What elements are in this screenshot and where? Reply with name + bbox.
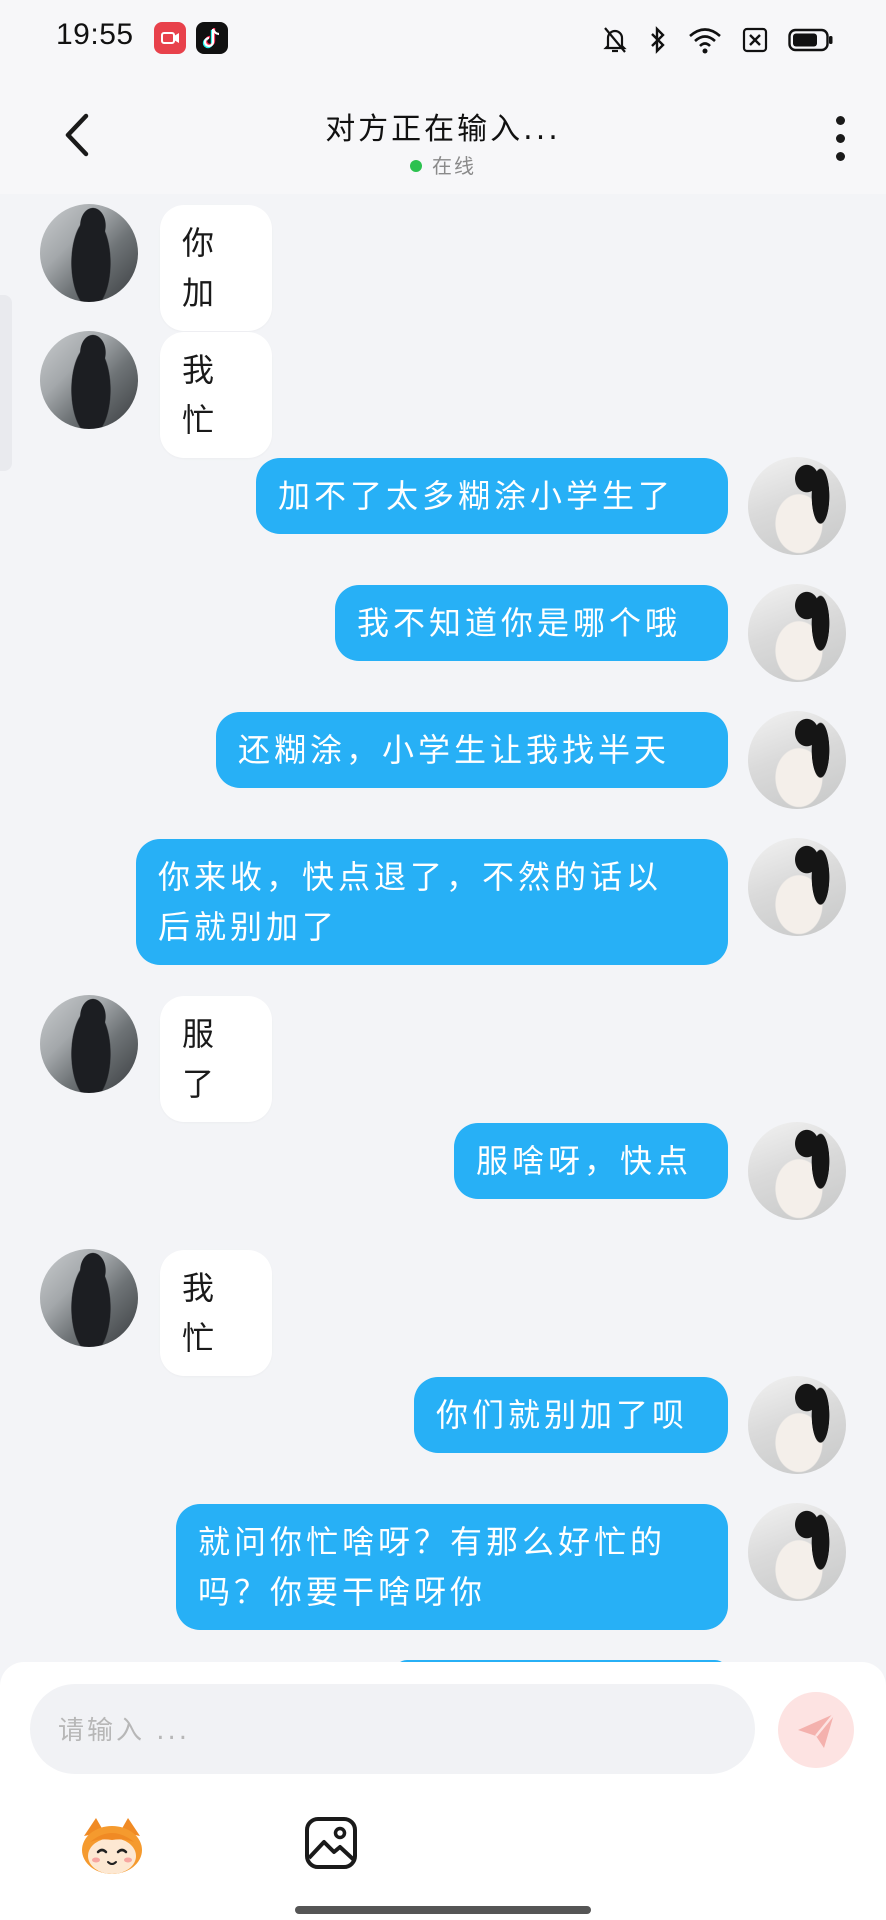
wifi-icon (689, 28, 721, 54)
message-bubble[interactable]: 服了 (160, 996, 272, 1122)
my-avatar[interactable] (748, 838, 846, 936)
message-text: 我不知道你是哪个哦 (357, 604, 682, 642)
message-text: 加不了太多糊涂小学生了 (278, 477, 675, 515)
sim-off-icon (742, 27, 768, 53)
message-bubble[interactable]: 加不了太多糊涂小学生了 (256, 458, 728, 534)
message-text: 就问你忙啥呀？有那么好忙的 (198, 1523, 667, 1561)
bluetooth-icon (651, 26, 665, 54)
message-text: 你来收，快点退了，不然的话以 (158, 858, 663, 896)
more-icon[interactable] (836, 116, 846, 161)
input-bar: 请输入 ... (0, 1662, 886, 1920)
battery-icon (788, 28, 833, 52)
message-text: 我忙 (182, 1269, 219, 1357)
online-status-label: 在线 (432, 154, 476, 178)
chat-header: 对方正在输入... 在线 (0, 80, 886, 194)
message-text: 吗？你要干啥呀你 (198, 1573, 487, 1611)
my-avatar[interactable] (748, 1122, 846, 1220)
status-bar: 19:55 (0, 0, 886, 80)
message-bubble[interactable]: 你加 (160, 205, 272, 331)
message-text: 服了 (182, 1015, 219, 1103)
screen-record-app-icon (154, 22, 186, 54)
image-icon[interactable] (304, 1816, 358, 1870)
message-bubble[interactable]: 我忙 (160, 332, 272, 458)
message-text: 我忙 (182, 351, 219, 439)
online-dot-icon (410, 160, 422, 172)
message-bubble[interactable]: 我忙 (160, 1250, 272, 1376)
chat-title: 对方正在输入... (325, 112, 561, 147)
message-bubble[interactable]: 你们就别加了呗 (414, 1377, 728, 1453)
message-bubble[interactable]: 就问你忙啥呀？有那么好忙的 吗？你要干啥呀你 (176, 1504, 728, 1630)
message-text: 你加 (182, 224, 219, 312)
my-avatar[interactable] (748, 584, 846, 682)
status-time: 19:55 (56, 18, 134, 51)
tiktok-app-icon (196, 22, 228, 54)
contact-avatar[interactable] (40, 204, 138, 302)
status-icons (602, 22, 834, 58)
message-bubble[interactable]: 你来收，快点退了，不然的话以 后就别加了 (136, 839, 728, 965)
home-indicator[interactable] (295, 1906, 591, 1914)
message-bubble[interactable]: 服啥呀，快点 (454, 1123, 728, 1199)
contact-avatar[interactable] (40, 331, 138, 429)
send-icon (798, 1713, 835, 1748)
send-button[interactable] (778, 1692, 854, 1768)
mute-bell-icon (603, 27, 627, 53)
message-bubble[interactable]: 我不知道你是哪个哦 (335, 585, 728, 661)
message-text: 还糊涂，小学生让我找半天 (238, 731, 671, 769)
my-avatar[interactable] (748, 1376, 846, 1474)
contact-avatar[interactable] (40, 995, 138, 1093)
message-bubble[interactable]: 还糊涂，小学生让我找半天 (216, 712, 728, 788)
my-avatar[interactable] (748, 457, 846, 555)
emoji-mascot-icon[interactable] (76, 1814, 148, 1878)
online-status: 在线 (0, 150, 886, 179)
message-text: 服啥呀，快点 (476, 1142, 693, 1180)
contact-avatar[interactable] (40, 1249, 138, 1347)
message-input[interactable]: 请输入 ... (30, 1684, 755, 1774)
my-avatar[interactable] (748, 1503, 846, 1601)
message-text: 你们就别加了呗 (436, 1396, 689, 1434)
message-text: 后就别加了 (158, 908, 339, 946)
side-edge-handle (0, 295, 12, 471)
my-avatar[interactable] (748, 711, 846, 809)
